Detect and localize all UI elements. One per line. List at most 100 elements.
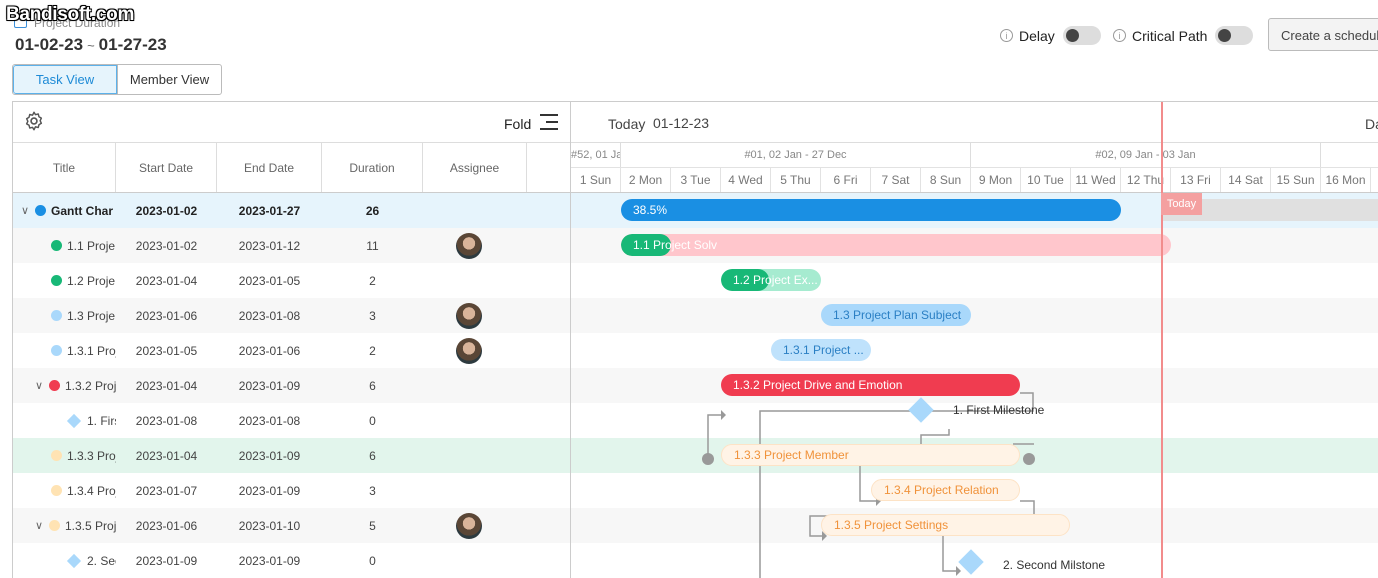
today-date: 01-12-23 [653, 115, 710, 131]
cell-assignee [423, 368, 527, 403]
info-icon[interactable]: i [1113, 29, 1126, 42]
status-dot-icon [51, 240, 62, 251]
delay-label: Delay [1019, 27, 1055, 44]
table-row[interactable]: 1.2 Proje 2023-01-04 2023-01-05 2 [13, 263, 570, 298]
cell-duration: 0 [369, 413, 376, 428]
task-title[interactable]: 1.3.2 Proj [65, 379, 116, 393]
day-cell: 9 Mon [971, 168, 1021, 192]
project-start: 01-02-23 [15, 35, 84, 54]
avatar[interactable] [456, 337, 482, 364]
task-view-tab[interactable]: Task View [13, 65, 117, 94]
day-cell: 4 Wed [721, 168, 771, 192]
table-row[interactable]: 1.3.4 Proj 2023-01-07 2023-01-09 3 [13, 473, 570, 508]
row-band [571, 298, 1378, 333]
link-handle-left[interactable] [702, 453, 714, 465]
cell-duration: 6 [369, 448, 376, 463]
table-row[interactable]: ∨ Gantt Char 2023-01-02 2023-01-27 26 [13, 193, 570, 228]
scale-label[interactable]: Da [1365, 116, 1378, 132]
info-icon[interactable]: i [1000, 29, 1013, 42]
table-row[interactable]: 1.3.3 Proj 2023-01-04 2023-01-09 6 [13, 438, 570, 473]
day-cell: 16 Mon [1321, 168, 1371, 192]
day-cell: 14 Sat [1221, 168, 1271, 192]
cell-title: 2. Sec [13, 543, 116, 578]
avatar[interactable] [456, 302, 482, 329]
day-cell: 5 Thu [771, 168, 821, 192]
task-bar-1-3-3[interactable]: 1.3.3 Project Member [721, 444, 1020, 466]
cell-duration: 5 [369, 518, 376, 533]
cell-title: 1.3.4 Proj [13, 473, 116, 508]
col-assignee[interactable]: Assignee [423, 143, 527, 192]
chevron-down-icon[interactable]: ∨ [35, 519, 47, 532]
task-title[interactable]: 1. Firs [87, 414, 116, 428]
cell-assignee [423, 473, 527, 508]
col-title[interactable]: Title [13, 143, 116, 192]
table-row[interactable]: ∨ 1.3.2 Proj 2023-01-04 2023-01-09 6 [13, 368, 570, 403]
task-title[interactable]: 1.3.3 Proj [67, 449, 116, 463]
cell-end-date: 2023-01-09 [238, 553, 301, 568]
cell-title: ∨ Gantt Char [13, 193, 116, 228]
cell-assignee [423, 543, 527, 578]
status-dot-icon [51, 345, 62, 356]
task-bar-1-3-5[interactable]: 1.3.5 Project Settings [821, 514, 1070, 536]
week-cell: #01, 02 Jan - 27 Dec [621, 143, 971, 167]
task-title[interactable]: 1.3.5 Proj [65, 519, 116, 533]
cell-start-date: 2023-01-02 [135, 238, 198, 253]
task-title[interactable]: 1.3.1 Proj [67, 344, 116, 358]
task-bar-1-3-2[interactable]: 1.3.2 Project Drive and Emotion [721, 374, 1020, 396]
task-title[interactable]: Gantt Char [51, 204, 113, 218]
col-end-date[interactable]: End Date [217, 143, 322, 192]
task-title[interactable]: 1.1 Proje [67, 239, 115, 253]
table-row[interactable]: 2. Sec 2023-01-09 2023-01-09 0 [13, 543, 570, 578]
delay-toggle[interactable] [1062, 26, 1101, 45]
milestone-2[interactable] [958, 549, 984, 575]
chevron-down-icon[interactable]: ∨ [21, 204, 33, 217]
fold-label[interactable]: Fold [504, 116, 531, 132]
gear-icon[interactable] [23, 110, 45, 132]
cell-duration: 3 [369, 308, 376, 323]
table-row[interactable]: 1.1 Proje 2023-01-02 2023-01-12 11 [13, 228, 570, 263]
table-row[interactable]: 1.3 Proje 2023-01-06 2023-01-08 3 [13, 298, 570, 333]
create-schedule-button[interactable]: Create a schedule [1268, 18, 1378, 51]
today-button[interactable]: Today [608, 116, 645, 132]
table-row[interactable]: 1. Firs 2023-01-08 2023-01-08 0 [13, 403, 570, 438]
day-cell: 6 Fri [821, 168, 871, 192]
table-row[interactable]: 1.3.1 Proj 2023-01-05 2023-01-06 2 [13, 333, 570, 368]
task-title[interactable]: 1.3.4 Proj [67, 484, 116, 498]
avatar[interactable] [456, 512, 482, 539]
critical-path-toggle[interactable] [1215, 26, 1254, 45]
col-start-date[interactable]: Start Date [116, 143, 217, 192]
avatar[interactable] [456, 232, 482, 259]
cell-duration: 0 [369, 553, 376, 568]
member-view-tab[interactable]: Member View [117, 65, 221, 94]
gantt-chart-bar[interactable]: 38.5% [621, 199, 1121, 221]
cell-end-date: 2023-01-10 [238, 518, 301, 533]
link-handle-right[interactable] [1023, 453, 1035, 465]
milestone-2-label: 2. Second Milstone [1003, 558, 1106, 572]
cell-start-date: 2023-01-02 [135, 203, 198, 218]
task-bar-1-2[interactable]: 1.2 Project Ex... [721, 269, 821, 291]
cell-assignee [423, 298, 527, 333]
day-cell: 13 Fri [1171, 168, 1221, 192]
fold-menu-icon[interactable] [540, 113, 558, 131]
task-title[interactable]: 1.2 Proje [67, 274, 115, 288]
milestone-1-label: 1. First Milestone [953, 403, 1045, 417]
cell-assignee [423, 193, 527, 228]
critical-path-label: Critical Path [1132, 27, 1208, 44]
table-row[interactable]: ∨ 1.3.5 Proj 2023-01-06 2023-01-10 5 [13, 508, 570, 543]
status-dot-icon [51, 450, 62, 461]
task-bar-1-3-4[interactable]: 1.3.4 Project Relation [871, 479, 1020, 501]
chevron-down-icon[interactable]: ∨ [35, 379, 47, 392]
status-dot-icon [51, 275, 62, 286]
cell-start-date: 2023-01-05 [135, 343, 198, 358]
task-title[interactable]: 2. Sec [87, 554, 116, 568]
task-bar-1-3-1[interactable]: 1.3.1 Project ... [771, 339, 871, 361]
cell-duration: 6 [369, 378, 376, 393]
task-table: Fold Title Start Date End Date Duration … [13, 102, 571, 578]
task-bar-1-3[interactable]: 1.3 Project Plan Subject [821, 304, 971, 326]
cell-assignee [423, 403, 527, 438]
task-bar-1-1[interactable]: 1.1 Project Solv [621, 234, 1171, 256]
col-duration[interactable]: Duration [322, 143, 423, 192]
task-title[interactable]: 1.3 Proje [67, 309, 115, 323]
timeline-pane: Today 01-12-23 Da #52, 01 Ja #01, 02 Jan… [571, 102, 1378, 578]
day-cell: 11 Wed [1071, 168, 1121, 192]
